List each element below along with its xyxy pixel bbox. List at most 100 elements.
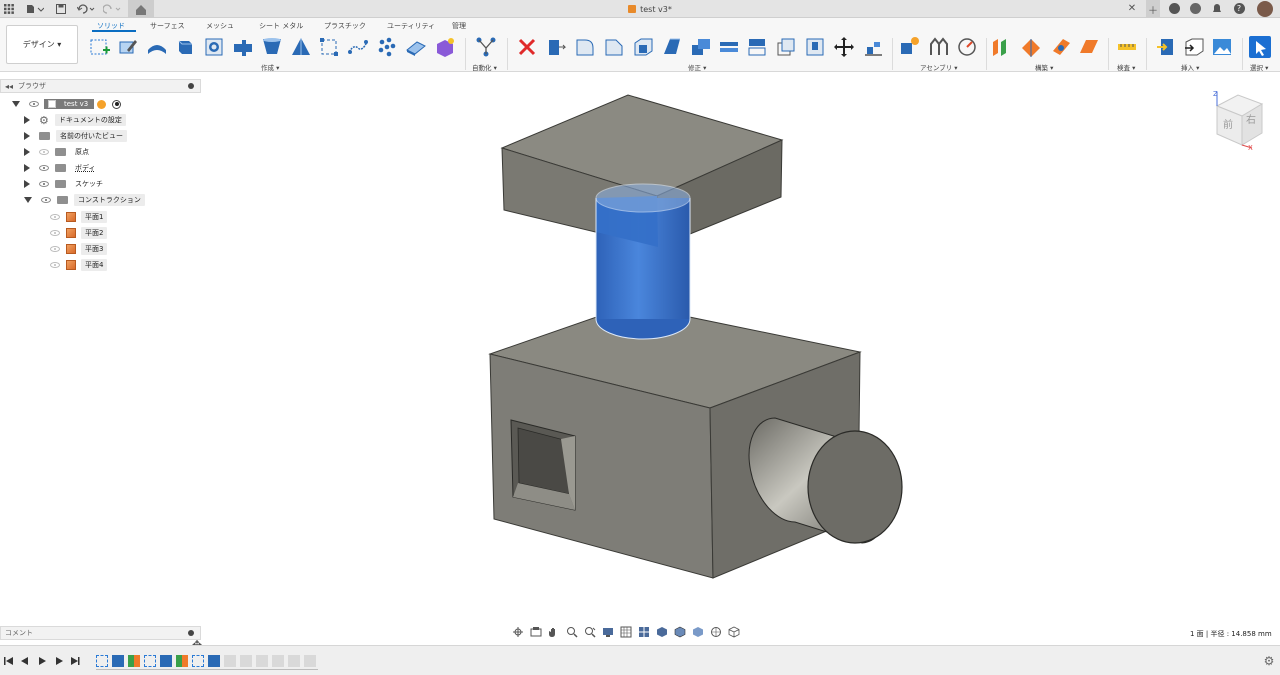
3d-viewport[interactable]: Z X 前 右 xyxy=(201,73,1280,625)
create-sketch-icon[interactable] xyxy=(89,36,111,58)
orbit-icon[interactable] xyxy=(511,626,525,638)
visibility-eye-icon[interactable] xyxy=(39,149,49,155)
undo-icon[interactable] xyxy=(76,2,96,15)
insert-decal-icon[interactable] xyxy=(1183,36,1205,58)
tab-plastic[interactable]: プラスチック xyxy=(324,21,366,31)
select-icon[interactable] xyxy=(1249,36,1271,58)
tab-surface[interactable]: サーフェス xyxy=(150,21,185,31)
visibility-eye-icon[interactable] xyxy=(29,101,39,107)
shell-icon[interactable] xyxy=(632,36,654,58)
inspect-group-label[interactable]: 検査 ▾ xyxy=(1117,62,1135,72)
revolve-icon[interactable] xyxy=(174,36,196,58)
browser-item-plane-3[interactable]: 平面3 xyxy=(50,242,108,256)
automate-icon[interactable] xyxy=(475,36,497,58)
jobs-icon[interactable] xyxy=(1189,2,1201,15)
measure-icon[interactable] xyxy=(1116,36,1138,58)
document-tab[interactable]: test v3* xyxy=(600,2,700,16)
browser-item-plane-4[interactable]: 平面4 xyxy=(50,258,108,272)
go-to-end-icon[interactable] xyxy=(70,656,80,666)
draft-icon[interactable] xyxy=(661,36,683,58)
wireframe-icon[interactable] xyxy=(727,626,741,638)
midplane-icon[interactable] xyxy=(1078,36,1100,58)
viewports-icon[interactable] xyxy=(637,626,651,638)
pattern-icon[interactable] xyxy=(232,36,254,58)
view-cube[interactable]: Z X 前 右 xyxy=(1213,90,1264,152)
modify-group-label[interactable]: 修正 ▾ xyxy=(688,62,706,72)
tab-mesh[interactable]: メッシュ xyxy=(206,21,234,31)
notifications-icon[interactable] xyxy=(1211,2,1223,15)
move-copy-icon[interactable] xyxy=(833,36,855,58)
browser-root-row[interactable]: test v3 xyxy=(12,97,122,111)
fillet-icon[interactable] xyxy=(574,36,596,58)
create-group-label[interactable]: 作成 ▾ xyxy=(261,62,279,72)
visibility-eye-icon[interactable] xyxy=(39,165,49,171)
browser-item-plane-2[interactable]: 平面2 xyxy=(50,226,108,240)
new-tab-icon[interactable]: ＋ xyxy=(1146,0,1160,18)
joint-icon[interactable] xyxy=(927,36,949,58)
expand-toggle-icon[interactable] xyxy=(24,180,30,188)
activate-radio-icon[interactable] xyxy=(112,99,122,109)
extensions-icon[interactable] xyxy=(1168,2,1180,15)
insert-canvas-icon[interactable] xyxy=(1211,36,1233,58)
split-face-icon[interactable] xyxy=(804,36,826,58)
motion-study-icon[interactable] xyxy=(956,36,978,58)
web-icon[interactable] xyxy=(347,36,369,58)
file-menu-icon[interactable] xyxy=(25,2,45,15)
zoom-icon[interactable] xyxy=(565,626,579,638)
object-visibility-icon[interactable] xyxy=(709,626,723,638)
browser-item-document-settings[interactable]: ⚙ ドキュメントの設定 xyxy=(24,113,126,127)
rib-icon[interactable] xyxy=(318,36,340,58)
construct-group-label[interactable]: 構築 ▾ xyxy=(1035,62,1053,72)
expand-toggle-icon[interactable] xyxy=(24,197,32,203)
timeline-feature-suppressed[interactable] xyxy=(224,655,236,667)
help-icon[interactable]: ? xyxy=(1233,2,1245,15)
pan-icon[interactable] xyxy=(547,626,561,638)
create-base-feature-icon[interactable] xyxy=(434,36,456,58)
emboss-icon[interactable] xyxy=(376,36,398,58)
close-tab-icon[interactable]: ✕ xyxy=(1127,2,1137,15)
viewcube-front-face[interactable]: 前 xyxy=(1223,118,1233,131)
look-at-icon[interactable] xyxy=(529,626,543,638)
browser-item-construction[interactable]: コンストラクション xyxy=(24,193,145,207)
loft-icon[interactable] xyxy=(290,36,312,58)
timeline-feature-suppressed[interactable] xyxy=(240,655,252,667)
visual-style-hidden-icon[interactable] xyxy=(691,626,705,638)
insert-derive-icon[interactable] xyxy=(1155,36,1177,58)
delete-icon[interactable] xyxy=(516,36,538,58)
grid-settings-icon[interactable] xyxy=(619,626,633,638)
assemble-group-label[interactable]: アセンブリ ▾ xyxy=(920,62,958,72)
plane-at-angle-icon[interactable] xyxy=(1020,36,1042,58)
scale-icon[interactable] xyxy=(690,36,712,58)
browser-item-bodies[interactable]: ボディ xyxy=(24,161,96,175)
home-icon[interactable] xyxy=(128,0,154,18)
viewcube-right-face[interactable]: 右 xyxy=(1246,113,1256,126)
visibility-eye-icon[interactable] xyxy=(50,246,60,252)
step-back-icon[interactable] xyxy=(20,656,30,666)
timeline-feature-sketch[interactable] xyxy=(96,655,108,667)
replace-face-icon[interactable] xyxy=(775,36,797,58)
extrude-icon[interactable] xyxy=(146,36,168,58)
tab-sheet-metal[interactable]: シート メタル xyxy=(259,21,303,31)
insert-group-label[interactable]: 挿入 ▾ xyxy=(1181,62,1199,72)
timeline-feature-extrude[interactable] xyxy=(160,655,172,667)
selected-cylinder[interactable] xyxy=(595,183,691,340)
expand-toggle-icon[interactable] xyxy=(24,164,30,172)
timeline-feature-extrude[interactable] xyxy=(208,655,220,667)
visual-style-shaded-icon[interactable] xyxy=(655,626,669,638)
redo-icon[interactable] xyxy=(102,2,122,15)
browser-item-plane-1[interactable]: 平面1 xyxy=(50,210,108,224)
timeline-feature-suppressed[interactable] xyxy=(288,655,300,667)
browser-item-named-views[interactable]: 名前の付いたビュー xyxy=(24,129,127,143)
automate-group-label[interactable]: 自動化 ▾ xyxy=(472,62,497,72)
offset-plane-icon[interactable] xyxy=(990,36,1012,58)
app-grid-icon[interactable] xyxy=(3,2,15,15)
visibility-eye-icon[interactable] xyxy=(50,230,60,236)
timeline-feature-sketch[interactable] xyxy=(144,655,156,667)
expand-toggle-icon[interactable] xyxy=(24,148,30,156)
panel-pin-icon[interactable] xyxy=(188,630,194,636)
timeline-feature-sketch[interactable] xyxy=(192,655,204,667)
browser-item-sketches[interactable]: スケッチ xyxy=(24,177,103,191)
square-pocket[interactable] xyxy=(510,419,576,511)
expand-toggle-icon[interactable] xyxy=(12,101,20,107)
create-form-icon[interactable] xyxy=(117,36,139,58)
